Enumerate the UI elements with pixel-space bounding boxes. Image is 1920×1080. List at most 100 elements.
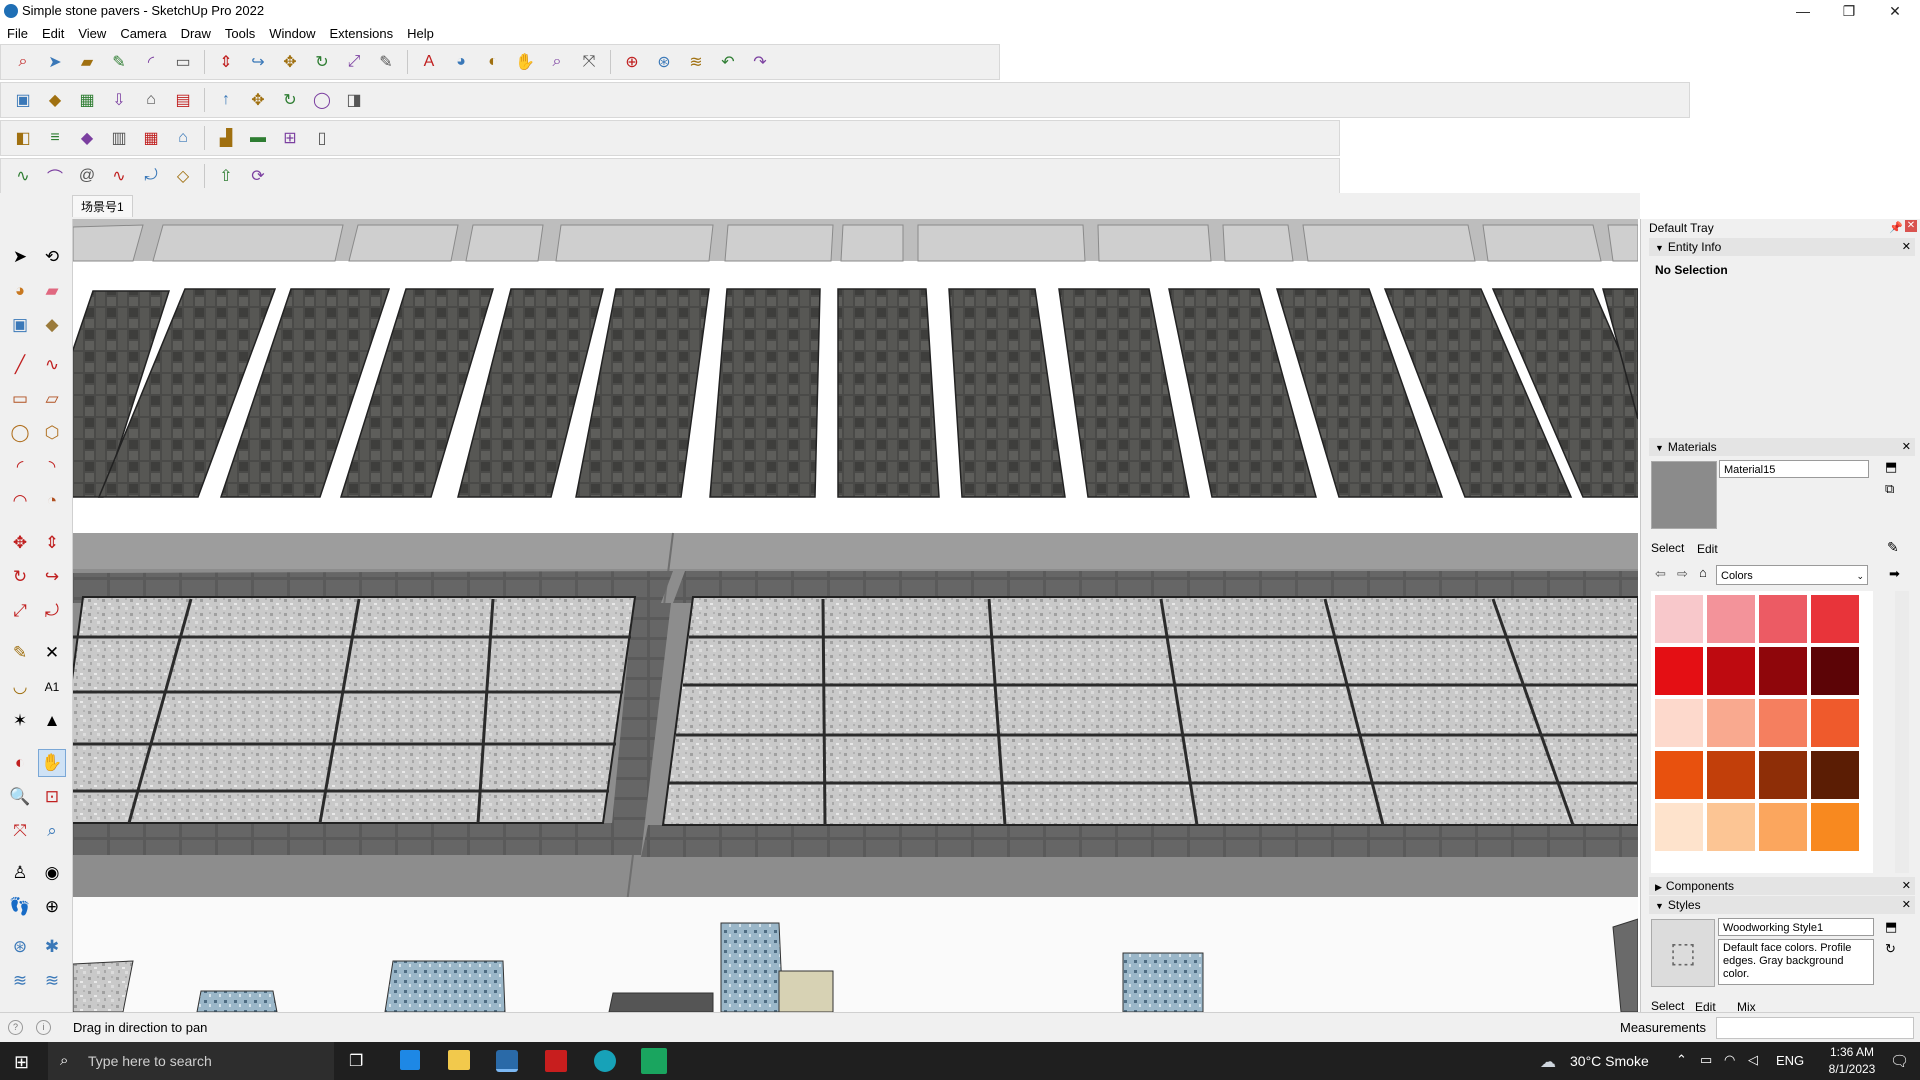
offset-icon[interactable]: ⤾ [137,162,165,190]
pan-icon[interactable]: ✋ [511,48,539,76]
zoomextents-icon[interactable]: ⤧ [575,48,603,76]
zoom-icon[interactable]: 🔍 [6,783,34,811]
color-swatch[interactable] [1811,751,1859,799]
sketchup-taskbar-icon[interactable] [496,1050,518,1072]
bezier-icon[interactable]: ⌒ [41,162,69,190]
push-pull-icon[interactable]: ⇕ [38,529,66,557]
scale-icon[interactable]: ⤢ [6,597,34,625]
system-tray-chevron-icon[interactable]: ⌃ [1676,1052,1687,1068]
color-swatch[interactable] [1759,699,1807,747]
edge-browser-icon[interactable] [594,1050,616,1072]
spiral-icon[interactable]: @ [73,162,101,190]
panel-close-icon[interactable]: ✕ [1902,896,1911,914]
components-header[interactable]: ▶ Components ✕ [1649,877,1915,895]
offset-icon[interactable]: ⤾ [38,597,66,625]
sandbox-icon[interactable]: ▦ [73,86,101,114]
calculator-app-icon[interactable] [400,1050,420,1070]
color-swatch[interactable] [1811,699,1859,747]
color-swatch[interactable] [1759,647,1807,695]
color-swatch[interactable] [1759,751,1807,799]
menu-extensions[interactable]: Extensions [323,26,401,41]
select-icon[interactable]: ➤ [6,243,34,271]
rectangle-icon[interactable]: ▭ [169,48,197,76]
move-icon[interactable]: ✥ [244,86,272,114]
material-name-field[interactable]: Material15 [1719,460,1869,478]
cube-icon[interactable]: ◧ [9,124,37,152]
info-icon[interactable]: i [36,1020,51,1035]
position-camera-icon[interactable]: ♙ [6,859,34,887]
rotate-icon[interactable]: ↻ [6,563,34,591]
grid-icon[interactable]: ▦ [137,124,165,152]
undo-icon[interactable]: ↶ [714,48,742,76]
swatch-scrollbar[interactable] [1895,591,1909,873]
material-library-icon[interactable]: ⧉ [1885,481,1894,497]
network-icon[interactable]: ▭ [1700,1052,1712,1068]
paint-icon[interactable]: ◕ [447,48,475,76]
menu-draw[interactable]: Draw [174,26,218,41]
curve-icon[interactable]: ∿ [9,162,37,190]
color-swatch[interactable] [1707,699,1755,747]
warehouse-icon[interactable]: ⊛ [6,933,34,961]
eraser-icon[interactable]: ▰ [73,48,101,76]
house-icon[interactable]: ⌂ [137,86,165,114]
walk-icon[interactable]: 👣 [6,893,34,921]
wifi-icon[interactable]: ◠ [1724,1052,1735,1068]
styles-header[interactable]: ▼ Styles ✕ [1649,896,1915,914]
material-library-select[interactable]: Colors ⌄ [1716,565,1868,585]
box-icon[interactable]: ▣ [9,86,37,114]
maximize-button[interactable]: ❐ [1826,0,1872,22]
arc-icon[interactable]: ◜ [6,453,34,481]
notifications-icon[interactable]: 🗨 [1890,1052,1909,1070]
extrude-icon[interactable]: ⇧ [212,162,240,190]
color-swatch[interactable] [1759,803,1807,851]
home-icon[interactable]: ⌂ [1699,565,1707,580]
styles-tab-select[interactable]: Select [1651,999,1684,1013]
create-style-icon[interactable]: ⬒ [1885,919,1897,935]
select-icon[interactable]: ➤ [41,48,69,76]
dimension-icon[interactable]: ✕ [38,639,66,667]
color-swatch[interactable] [1707,595,1755,643]
search-icon[interactable]: ⌕ [9,48,37,76]
color-swatch[interactable] [1759,595,1807,643]
scene-tab[interactable]: 场景号1 [72,195,133,217]
materials-header[interactable]: ▼ Materials ✕ [1649,438,1915,456]
tape-measure-icon[interactable]: ✎ [6,639,34,667]
weather-text[interactable]: 30°C Smoke [1570,1053,1649,1069]
3dsmax-app-icon[interactable] [641,1048,667,1074]
color-swatch[interactable] [1811,647,1859,695]
close-button[interactable]: ✕ [1872,0,1918,22]
eyedropper-icon[interactable]: ✎ [1887,539,1899,556]
windows-start-icon[interactable]: ⊞ [14,1052,29,1073]
pushpull-icon[interactable]: ⇕ [212,48,240,76]
color-swatch[interactable] [1707,803,1755,851]
solid-icon[interactable]: ◆ [41,86,69,114]
text-icon[interactable]: A [415,48,443,76]
pencil-icon[interactable]: ✎ [105,48,133,76]
geo-location-icon[interactable]: ? [8,1020,23,1035]
menu-camera[interactable]: Camera [113,26,173,41]
file-explorer-icon[interactable] [448,1050,470,1070]
menu-window[interactable]: Window [262,26,322,41]
autocad-app-icon[interactable] [545,1050,567,1072]
section-plane-icon[interactable]: ⊕ [38,893,66,921]
zoom-extents-icon[interactable]: ⤧ [6,817,34,845]
extension-warehouse-icon[interactable]: ≋ [6,967,34,995]
fence-icon[interactable]: ▥ [105,124,133,152]
move-icon[interactable]: ✥ [6,529,34,557]
weather-cloud-icon[interactable]: ☁ [1540,1052,1556,1072]
measurements-input[interactable] [1716,1017,1914,1039]
cylinder-icon[interactable]: ◯ [308,86,336,114]
share-model-icon[interactable]: ✱ [38,933,66,961]
model-viewport[interactable] [73,219,1638,1012]
group-icon[interactable]: ▤ [169,86,197,114]
panel-close-icon[interactable]: ✕ [1902,438,1911,456]
axes-icon[interactable]: ✶ [6,707,34,735]
panel-close-icon[interactable]: ✕ [1902,877,1911,895]
color-swatch[interactable] [1811,803,1859,851]
rotate-icon[interactable]: ↻ [308,48,336,76]
import-icon[interactable]: ⇩ [105,86,133,114]
rotated-rectangle-icon[interactable]: ▱ [38,385,66,413]
orbit-icon[interactable]: ◐ [479,48,507,76]
scale-icon[interactable]: ⤢ [340,48,368,76]
orbit-icon[interactable]: ◐ [6,749,34,777]
